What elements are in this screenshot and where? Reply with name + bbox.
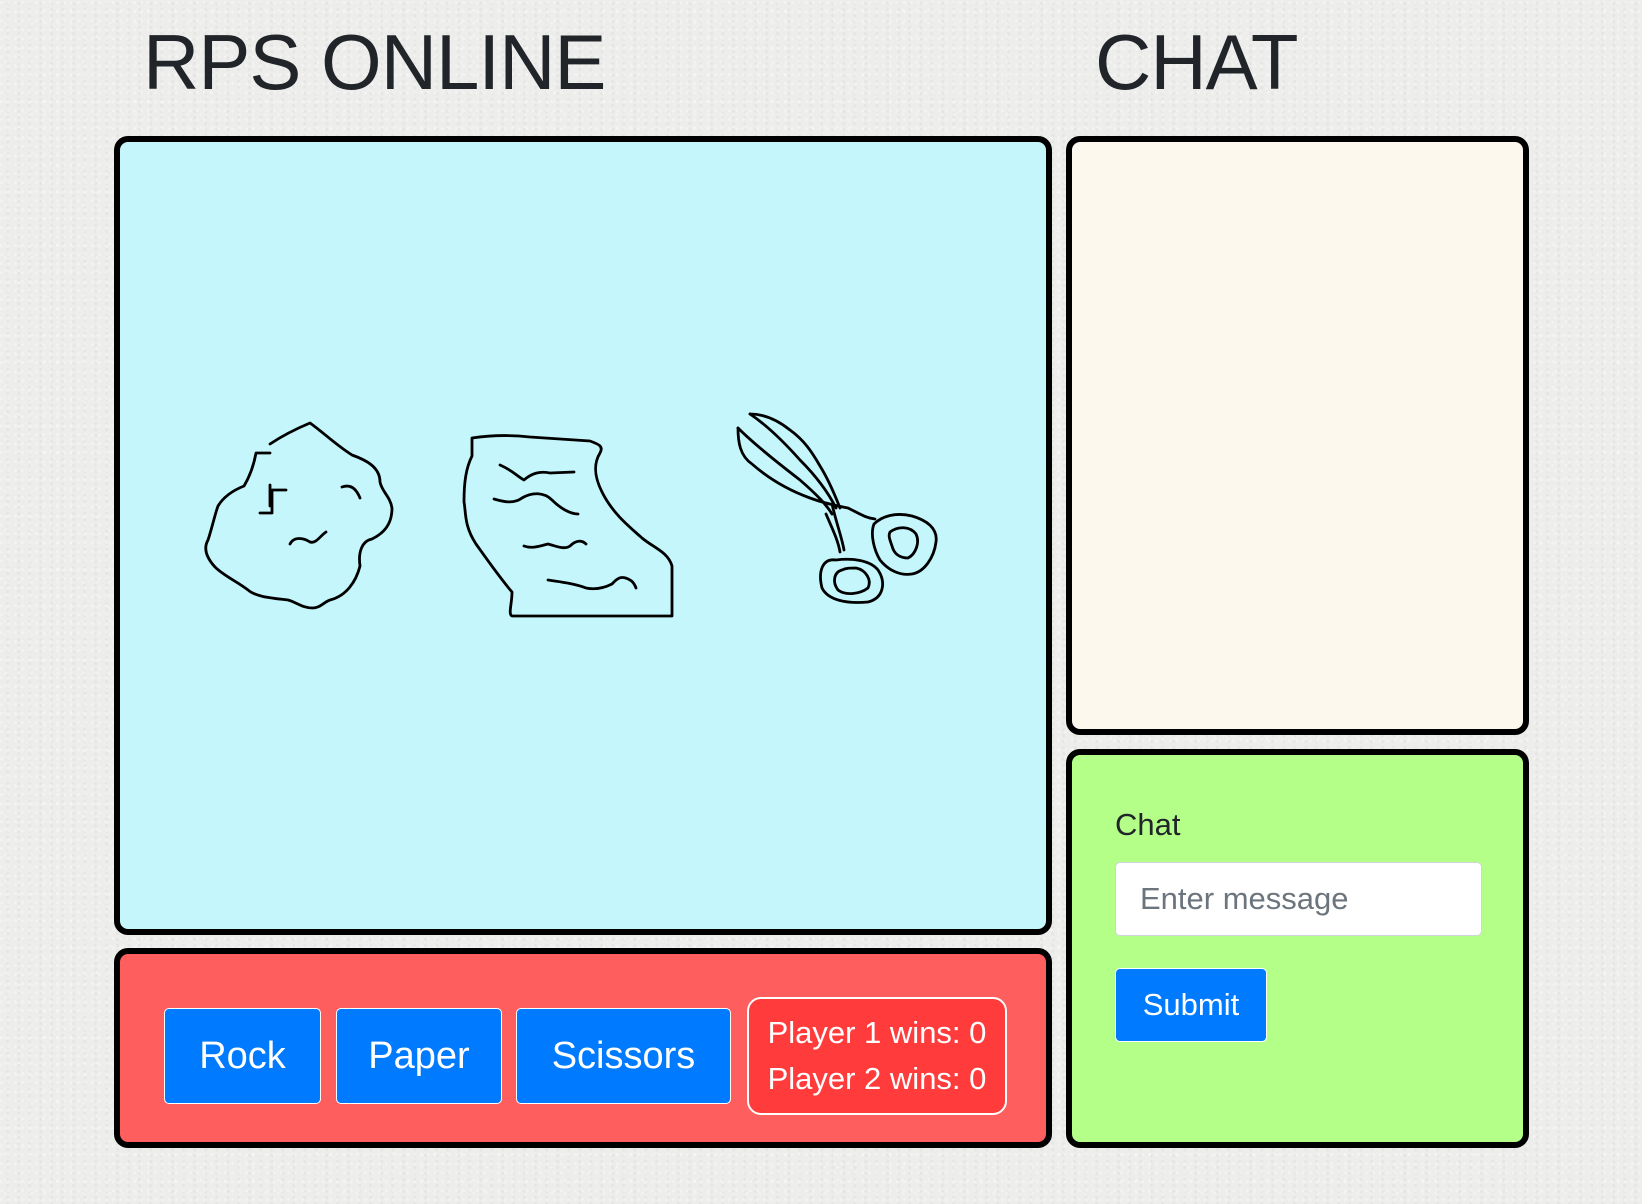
chat-log[interactable]	[1066, 136, 1529, 735]
player-1-score: Player 1 wins: 0	[767, 1014, 987, 1050]
rock-drawing	[204, 421, 394, 610]
game-canvas	[114, 136, 1052, 935]
scissors-drawing	[736, 412, 938, 604]
game-illustrations	[204, 412, 938, 618]
controls-panel: Rock Paper Scissors Player 1 wins: 0 Pla…	[114, 948, 1052, 1148]
rock-button[interactable]: Rock	[164, 1008, 321, 1104]
paper-button[interactable]: Paper	[336, 1008, 502, 1104]
paper-drawing	[462, 434, 674, 618]
submit-button[interactable]: Submit	[1115, 968, 1267, 1042]
chat-label: Chat	[1115, 807, 1181, 842]
chat-message-input[interactable]	[1115, 862, 1482, 936]
game-title: RPS ONLINE	[143, 18, 606, 106]
chat-form-panel: Chat Submit	[1066, 749, 1529, 1148]
score-box: Player 1 wins: 0 Player 2 wins: 0	[747, 997, 1007, 1115]
chat-title: CHAT	[1095, 18, 1299, 106]
player-2-score: Player 2 wins: 0	[767, 1061, 987, 1096]
scissors-button[interactable]: Scissors	[516, 1008, 731, 1104]
